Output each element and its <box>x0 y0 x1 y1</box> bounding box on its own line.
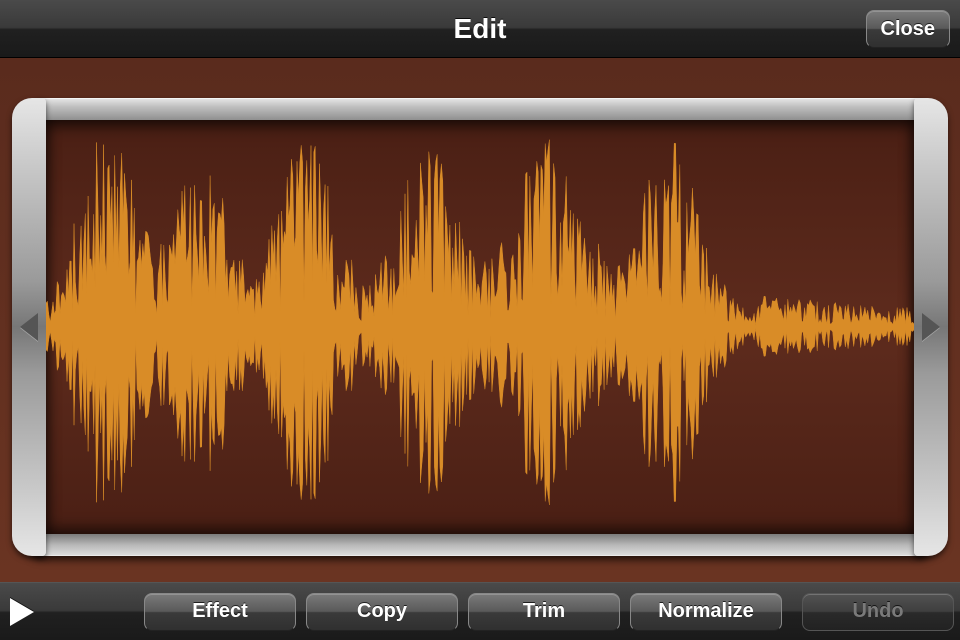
editor-content <box>0 58 960 582</box>
waveform-display[interactable] <box>46 120 914 534</box>
chevron-right-icon <box>922 313 940 341</box>
copy-button[interactable]: Copy <box>306 593 458 631</box>
close-button[interactable]: Close <box>866 10 950 48</box>
trim-handle-left[interactable] <box>12 98 46 556</box>
waveform-svg <box>46 120 914 534</box>
frame-top-rail <box>30 98 930 120</box>
navbar: Edit Close <box>0 0 960 58</box>
trim-handle-right[interactable] <box>914 98 948 556</box>
undo-button: Undo <box>802 593 954 631</box>
effect-button[interactable]: Effect <box>144 593 296 631</box>
play-button[interactable] <box>10 592 34 632</box>
chevron-left-icon <box>20 313 38 341</box>
page-title: Edit <box>454 13 507 45</box>
toolbar: Effect Copy Trim Normalize Undo <box>0 582 960 640</box>
normalize-button[interactable]: Normalize <box>630 593 782 631</box>
play-icon <box>10 598 34 626</box>
waveform-frame <box>12 98 948 556</box>
trim-button[interactable]: Trim <box>468 593 620 631</box>
frame-bottom-rail <box>30 534 930 556</box>
